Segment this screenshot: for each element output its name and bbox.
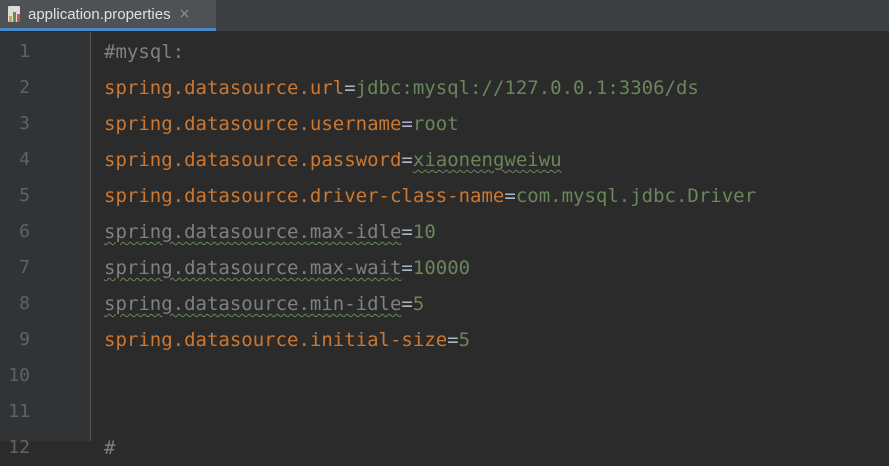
equals-sign: = [504, 185, 516, 207]
line-number-gutter: 1 2 3 4 5 6 7 8 9 10 11 12 [0, 32, 91, 458]
property-key: spring.datasource.initial-size [104, 329, 448, 351]
equals-sign: = [401, 293, 413, 315]
property-value: xiaonengweiwu [412, 149, 562, 171]
code-line[interactable]: spring.datasource.max-wait=10000 [104, 250, 470, 286]
equals-sign: = [401, 221, 413, 243]
equals-sign: = [344, 77, 356, 99]
equals-sign: = [447, 329, 459, 351]
tab-application-properties[interactable]: application.properties × [0, 0, 216, 31]
code-line[interactable]: spring.datasource.password=xiaonengweiwu [104, 142, 562, 178]
property-value: 5 [458, 329, 471, 351]
property-key: spring.datasource.username [104, 113, 402, 135]
equals-sign: = [401, 113, 413, 135]
properties-file-icon [6, 5, 24, 23]
line-number: 5 [19, 185, 30, 206]
line-number: 7 [19, 257, 30, 278]
close-icon[interactable]: × [179, 6, 191, 22]
comment-text: #mysql: [104, 41, 185, 63]
code-line[interactable]: spring.datasource.username=root [104, 106, 459, 142]
line-number: 4 [19, 149, 30, 170]
line-number: 11 [8, 401, 30, 422]
tab-title: application.properties [28, 5, 171, 23]
code-line[interactable]: # [104, 430, 115, 466]
property-value: 5 [412, 293, 425, 315]
line-number: 6 [19, 221, 30, 242]
property-key-unresolved: spring.datasource.min-idle [104, 293, 402, 315]
equals-sign: = [401, 149, 413, 171]
code-line[interactable]: spring.datasource.url=jdbc:mysql://127.0… [104, 70, 699, 106]
equals-sign: = [401, 257, 413, 279]
property-key-unresolved: spring.datasource.max-wait [104, 257, 402, 279]
line-number: 10 [8, 365, 30, 386]
line-number: 1 [19, 41, 30, 62]
property-value: 10000 [412, 257, 471, 279]
code-line[interactable]: spring.datasource.driver-class-name=com.… [104, 178, 756, 214]
editor-tab-bar: application.properties × [0, 0, 889, 32]
property-value: 10 [412, 221, 436, 243]
line-number: 8 [19, 293, 30, 314]
code-line[interactable]: #mysql: [104, 34, 184, 70]
property-value: root [412, 113, 459, 135]
comment-text: # [104, 437, 116, 459]
line-number: 12 [8, 437, 30, 458]
code-line[interactable]: spring.datasource.initial-size=5 [104, 322, 470, 358]
line-number: 2 [19, 77, 30, 98]
code-line[interactable]: spring.datasource.min-idle=5 [104, 286, 424, 322]
property-key: spring.datasource.url [104, 77, 345, 99]
line-number: 3 [19, 113, 30, 134]
property-value: jdbc:mysql://127.0.0.1:3306/ds [355, 77, 699, 99]
code-line[interactable]: spring.datasource.max-idle=10 [104, 214, 436, 250]
code-editor[interactable]: #mysql: spring.datasource.url=jdbc:mysql… [92, 32, 889, 459]
property-key-unresolved: spring.datasource.max-idle [104, 221, 402, 243]
property-key: spring.datasource.password [104, 149, 402, 171]
line-number: 9 [19, 329, 30, 350]
property-value: com.mysql.jdbc.Driver [515, 185, 757, 207]
property-key: spring.datasource.driver-class-name [104, 185, 505, 207]
